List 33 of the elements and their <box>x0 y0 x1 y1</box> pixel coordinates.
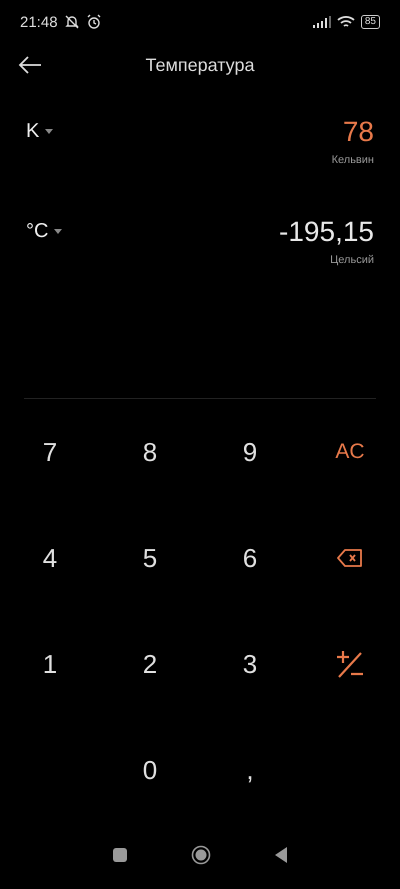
back-icon[interactable] <box>274 846 288 864</box>
digit-key[interactable]: 4 <box>15 523 85 593</box>
home-icon[interactable] <box>190 845 211 865</box>
dropdown-caret-icon <box>54 229 62 234</box>
unit-picker[interactable]: K <box>26 120 54 143</box>
recents-icon[interactable] <box>112 847 128 863</box>
backspace-icon <box>337 549 363 567</box>
plus-minus-icon <box>335 649 365 679</box>
unit-picker[interactable]: °C <box>26 220 62 243</box>
screen-title: Температура <box>145 54 255 76</box>
clear-key[interactable]: AC <box>315 417 385 487</box>
digit-key[interactable]: 6 <box>215 523 285 593</box>
digit-key[interactable]: 2 <box>115 629 185 699</box>
digit-key[interactable]: 7 <box>15 417 85 487</box>
alarm-icon <box>86 14 102 30</box>
digit-key[interactable]: 5 <box>115 523 185 593</box>
digit-key[interactable]: , <box>215 735 285 805</box>
unit-name: Цельсий <box>330 254 374 266</box>
digit-key[interactable]: 0 <box>115 735 185 805</box>
unit-value[interactable]: -195,15 <box>279 216 374 248</box>
muted-bell-icon <box>64 14 80 30</box>
back-arrow-icon[interactable] <box>18 55 42 75</box>
battery-level: 85 <box>360 15 380 29</box>
digit-key[interactable]: 1 <box>15 629 85 699</box>
digit-key[interactable]: 8 <box>115 417 185 487</box>
signal-icon <box>312 16 331 28</box>
unit-value[interactable]: 78 <box>342 116 374 148</box>
unit-name: Кельвин <box>332 154 374 166</box>
status-time: 21:48 <box>20 14 58 30</box>
digit-key[interactable]: 9 <box>215 417 285 487</box>
wifi-icon <box>336 15 355 29</box>
digit-key[interactable]: 3 <box>215 629 285 699</box>
dropdown-caret-icon <box>45 129 54 134</box>
